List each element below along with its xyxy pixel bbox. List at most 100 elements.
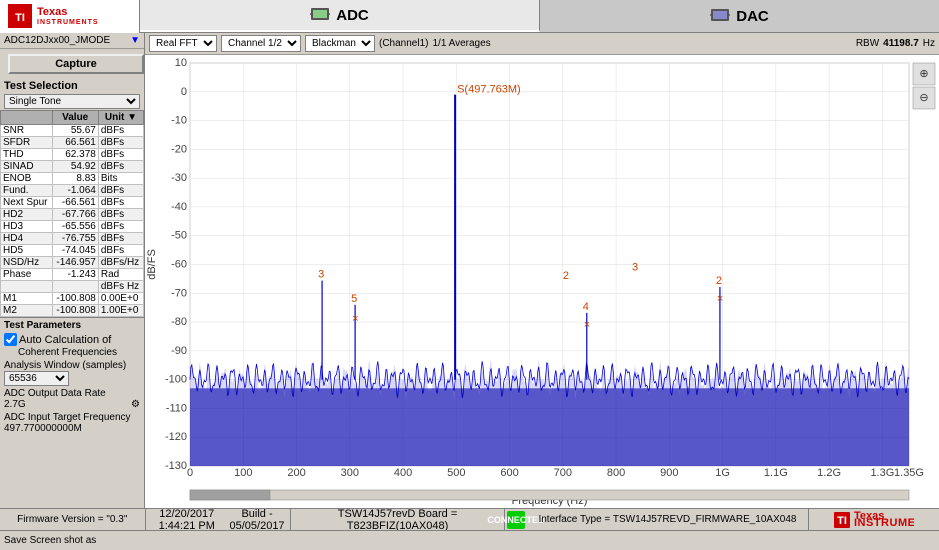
svg-text:-70: -70	[171, 287, 187, 299]
metric-row: HD2 -67.766 dBFs	[1, 209, 144, 221]
auto-calc-checkbox[interactable]	[4, 333, 17, 346]
svg-text:-40: -40	[171, 201, 187, 213]
svg-text:TI: TI	[15, 12, 25, 24]
rbw-unit: Hz	[923, 38, 935, 49]
metric-value: -146.957	[52, 257, 98, 269]
metric-name	[1, 281, 53, 293]
svg-text:-20: -20	[171, 143, 187, 155]
svg-text:-50: -50	[171, 230, 187, 242]
metric-unit: 0.00E+0	[98, 293, 143, 305]
svg-text:-120: -120	[165, 431, 187, 443]
capture-button[interactable]: Capture	[8, 54, 144, 74]
metric-value: 55.67	[52, 125, 98, 137]
metric-row: M2 -100.808 1.00E+0	[1, 305, 144, 317]
svg-text:0: 0	[181, 86, 187, 98]
device-name: ADC12DJxx00_JMODE	[4, 35, 130, 46]
metric-unit: dBFs/Hz	[98, 257, 143, 269]
adc-output-rate-row: 2.7G ⚙	[4, 399, 140, 410]
status-firmware: Firmware Version = "0.3"	[0, 509, 146, 530]
svg-text:S(497.763M): S(497.763M)	[457, 84, 521, 96]
svg-text:600: 600	[500, 467, 518, 479]
svg-text:-100: -100	[165, 374, 187, 386]
fft-type-select[interactable]: Real FFT	[149, 35, 217, 52]
metric-name: ENOB	[1, 173, 53, 185]
metric-unit: dBFs	[98, 245, 143, 257]
metric-name: NSD/Hz	[1, 257, 53, 269]
tab-adc-label: ADC	[336, 7, 369, 24]
device-dropdown-icon[interactable]: ▼	[130, 35, 140, 46]
auto-calc-row: Auto Calculation of	[4, 333, 140, 346]
svg-text:⊕: ⊕	[919, 68, 928, 80]
adc-input-target-label: ADC Input Target Frequency	[4, 412, 140, 423]
metric-name: SFDR	[1, 137, 53, 149]
metric-unit: dBFs	[98, 209, 143, 221]
svg-text:-110: -110	[166, 402, 187, 414]
metric-row: NSD/Hz -146.957 dBFs/Hz	[1, 257, 144, 269]
metric-name: M2	[1, 305, 53, 317]
svg-text:1.3G: 1.3G	[870, 467, 894, 479]
metric-value: -1.064	[52, 185, 98, 197]
metric-value: -100.808	[52, 293, 98, 305]
metric-value: -1.243	[52, 269, 98, 281]
svg-text:10: 10	[175, 57, 187, 69]
svg-text:800: 800	[607, 467, 625, 479]
adc-tab-icon	[310, 6, 330, 25]
svg-text:×: ×	[352, 313, 358, 325]
metric-value: 8.83	[52, 173, 98, 185]
metric-value: 62.378	[52, 149, 98, 161]
chart-container: 100-10-20-30-40-50-60-70-80-90-100-110-1…	[145, 55, 939, 508]
status-board: TSW14J57revD Board = T823BFIZ(10AX048)	[291, 509, 505, 530]
metric-unit-header: Unit ▼	[98, 111, 143, 125]
svg-text:5: 5	[351, 293, 357, 305]
tab-dac[interactable]: DAC	[540, 0, 939, 32]
metric-row: dBFs Hz	[1, 281, 144, 293]
test-params-title: Test Parameters	[4, 320, 140, 331]
svg-text:×: ×	[717, 293, 723, 305]
analysis-window-select[interactable]: 65536	[4, 371, 69, 386]
rbw-label: RBW	[856, 38, 879, 49]
tab-adc[interactable]: ADC	[140, 0, 540, 32]
metric-unit: dBFs	[98, 233, 143, 245]
channel-label: (Channel1)	[379, 38, 428, 49]
test-selection-label: Test Selection	[0, 79, 144, 93]
metric-name: THD	[1, 149, 53, 161]
metrics-section: Value Unit ▼ SNR 55.67 dBFsSFDR 66.561 d…	[0, 110, 144, 317]
svg-text:1.35G: 1.35G	[894, 467, 924, 479]
metric-row: HD3 -65.556 dBFs	[1, 221, 144, 233]
svg-text:-30: -30	[171, 172, 187, 184]
svg-text:1.1G: 1.1G	[764, 467, 788, 479]
svg-text:3: 3	[632, 261, 638, 273]
coherent-label: Coherent Frequencies	[18, 347, 140, 358]
svg-text:900: 900	[660, 467, 678, 479]
header: TI Texas INSTRUMENTS ADC DAC	[0, 0, 939, 33]
metric-row: HD4 -76.755 dBFs	[1, 233, 144, 245]
status-date: 12/20/2017 1:44:21 PM Build - 05/05/2017	[146, 509, 292, 530]
metric-value: -74.045	[52, 245, 98, 257]
test-selection-select[interactable]: Single Tone	[4, 94, 140, 109]
metric-unit: dBFs	[98, 185, 143, 197]
metrics-table: Value Unit ▼ SNR 55.67 dBFsSFDR 66.561 d…	[0, 110, 144, 317]
metric-unit: Rad	[98, 269, 143, 281]
gear-icon[interactable]: ⚙	[131, 399, 140, 410]
adc-output-rate-value: 2.7G	[4, 399, 131, 410]
tab-dac-label: DAC	[736, 8, 769, 25]
metric-name: HD4	[1, 233, 53, 245]
rbw-value: 41198.7	[883, 38, 919, 49]
ti-logo: TI Texas INSTRUMENTS	[0, 0, 140, 33]
metric-row: Next Spur -66.561 dBFs	[1, 197, 144, 209]
svg-text:1.2G: 1.2G	[817, 467, 841, 479]
channel-select[interactable]: Channel 1/2	[221, 35, 301, 52]
svg-text:×: ×	[584, 319, 590, 331]
test-selection-row: Single Tone	[0, 93, 144, 110]
capture-button-container: Capture	[0, 49, 144, 79]
svg-text:-130: -130	[165, 460, 187, 472]
svg-text:300: 300	[341, 467, 359, 479]
svg-text:⊖: ⊖	[919, 92, 928, 104]
metric-value: -66.561	[52, 197, 98, 209]
window-select[interactable]: Blackman	[305, 35, 375, 52]
svg-text:4: 4	[583, 301, 589, 313]
ti-sub: INSTRUMENTS	[37, 19, 99, 26]
auto-calc-label: Auto Calculation of	[19, 334, 111, 346]
svg-text:INSTRUMENTS: INSTRUMENTS	[854, 517, 914, 529]
status-connected-badge: CONNECTED	[507, 511, 525, 529]
